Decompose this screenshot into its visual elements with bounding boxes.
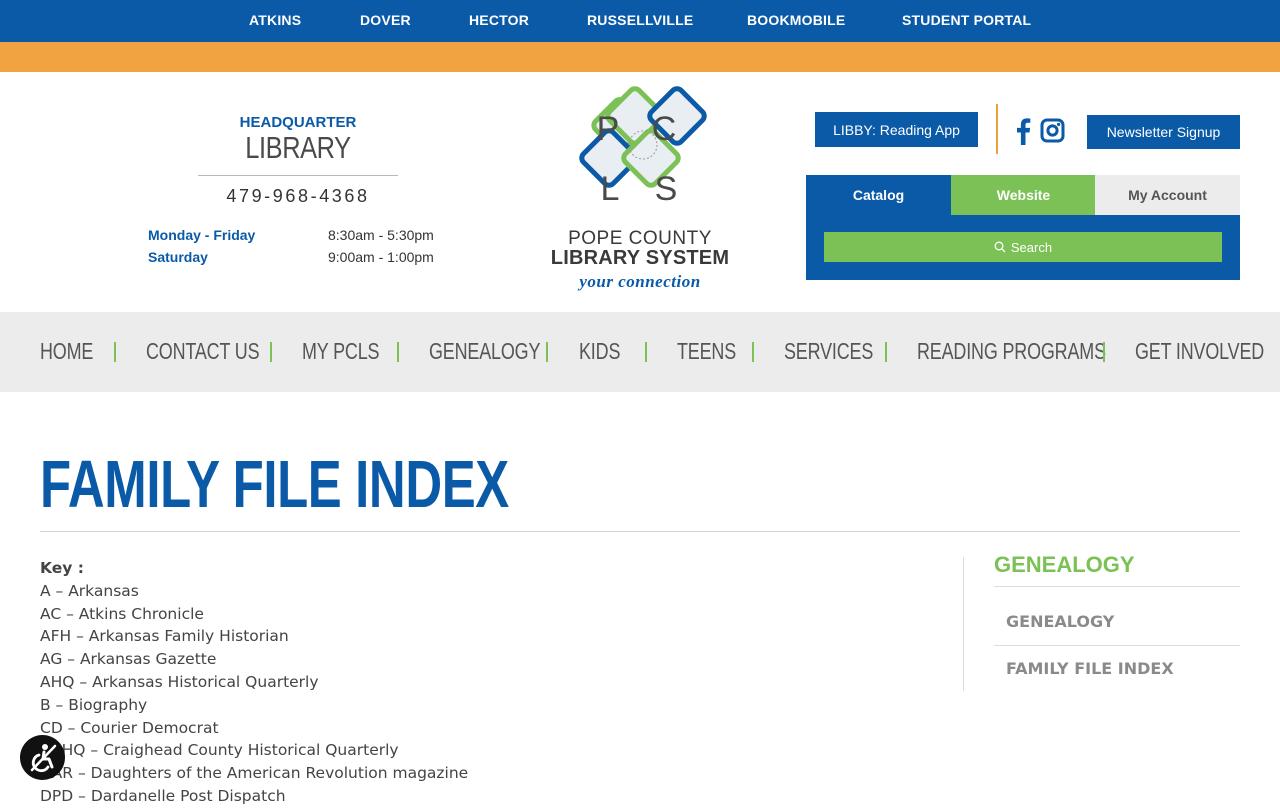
logo-line-2: LIBRARY SYSTEM	[550, 247, 730, 269]
branch-nav-bar: ATKINS DOVER HECTOR RUSSELLVILLE BOOKMOB…	[0, 0, 1280, 42]
search-button-label: Search	[1010, 239, 1053, 255]
sidebar-title: GENEALOGY	[994, 552, 1135, 577]
tab-catalog[interactable]: Catalog	[806, 175, 951, 215]
key-item: DPD – Dardanelle Post Dispatch	[40, 786, 286, 805]
nav-services[interactable]: SERVICES	[784, 338, 873, 365]
logo-letter: P	[597, 110, 620, 148]
sidebar-link-genealogy[interactable]: GENEALOGY	[1006, 612, 1114, 631]
main-nav: HOME CONTACT US MY PCLS GENEALOGY KIDS T…	[0, 312, 1280, 392]
nav-teens[interactable]: TEENS	[677, 338, 736, 365]
sidebar-rule	[994, 645, 1240, 646]
nav-separator	[645, 342, 647, 362]
key-item: AG – Arkansas Gazette	[40, 650, 217, 669]
nav-separator	[1103, 342, 1105, 362]
branch-link-atkins[interactable]: ATKINS	[249, 12, 301, 28]
accent-stripe	[0, 42, 1280, 72]
key-item: AC – Atkins Chronicle	[40, 604, 204, 623]
accessibility-button[interactable]	[20, 735, 65, 780]
logo-letter: L	[601, 170, 620, 208]
nav-kids[interactable]: KIDS	[579, 338, 620, 365]
search-icon	[994, 241, 1006, 253]
key-item: CCHQ – Craighead County Historical Quart…	[40, 741, 399, 760]
key-item: CD – Courier Democrat	[40, 718, 219, 737]
key-item: B – Biography	[40, 695, 148, 714]
hours-value: 8:30am - 5:30pm	[328, 227, 434, 243]
branch-link-hector[interactable]: HECTOR	[469, 12, 529, 28]
instagram-icon[interactable]	[1040, 118, 1065, 147]
branch-link-russellville[interactable]: RUSSELLVILLE	[587, 12, 693, 28]
header-divider	[996, 104, 998, 154]
sidebar-link-family-file-index[interactable]: FAMILY FILE INDEX	[1006, 659, 1174, 678]
nav-separator	[114, 342, 116, 362]
key-item: AHQ – Arkansas Historical Quarterly	[40, 672, 319, 691]
nav-reading-programs[interactable]: READING PROGRAMS	[917, 338, 1106, 365]
sidebar-divider	[963, 557, 964, 691]
key-heading: Key :	[40, 559, 84, 577]
nav-separator	[397, 342, 399, 362]
phone-link[interactable]: 479-968-4368	[198, 186, 398, 207]
accessibility-icon	[30, 743, 56, 772]
nav-my-pcls[interactable]: MY PCLS	[302, 338, 380, 365]
pcls-logo[interactable]: P C L S POPE COUNTY LIBRARY SYSTEM your …	[550, 86, 730, 298]
search-button[interactable]: Search	[824, 232, 1222, 262]
logo-tagline: your connection	[579, 272, 701, 291]
facebook-icon[interactable]	[1015, 117, 1031, 149]
tab-website[interactable]: Website	[951, 175, 1096, 215]
newsletter-signup-button[interactable]: Newsletter Signup	[1087, 115, 1240, 149]
nav-separator	[885, 342, 887, 362]
search-widget: Catalog Website My Account Search	[806, 175, 1240, 280]
page-title: FAMILY FILE INDEX	[40, 447, 509, 522]
key-item: AFH – Arkansas Family Historian	[40, 627, 289, 646]
nav-separator	[270, 342, 272, 362]
nav-genealogy[interactable]: GENEALOGY	[429, 338, 540, 365]
logo-letter: S	[655, 170, 678, 208]
branch-link-bookmobile[interactable]: BOOKMOBILE	[747, 12, 845, 28]
student-portal-link[interactable]: STUDENT PORTAL	[902, 12, 1031, 28]
hq-subtitle: LIBRARY	[245, 130, 351, 165]
nav-separator	[752, 342, 754, 362]
key-list: Key : A – Arkansas AC – Atkins Chronicle…	[40, 557, 468, 808]
hours-label: Monday - Friday	[148, 227, 256, 243]
nav-get-involved[interactable]: GET INVOLVED	[1135, 338, 1264, 365]
logo-letter: C	[652, 110, 677, 148]
nav-separator	[546, 342, 548, 362]
hq-divider	[198, 175, 398, 176]
hours-value: 9:00am - 1:00pm	[328, 249, 434, 265]
key-item: A – Arkansas	[40, 581, 139, 600]
key-item: DAR – Daughters of the American Revoluti…	[40, 764, 469, 783]
branch-link-dover[interactable]: DOVER	[360, 12, 411, 28]
nav-contact-us[interactable]: CONTACT US	[146, 338, 260, 365]
tab-my-account[interactable]: My Account	[1095, 175, 1240, 215]
pcls-logo-mark: P C L S	[579, 86, 707, 208]
nav-home[interactable]: HOME	[40, 338, 93, 365]
title-divider	[40, 531, 1240, 532]
hq-title: HEADQUARTER	[239, 114, 357, 131]
libby-app-button[interactable]: LIBBY: Reading App	[815, 112, 978, 147]
sidebar-rule	[994, 586, 1240, 587]
hours-label: Saturday	[148, 249, 208, 265]
